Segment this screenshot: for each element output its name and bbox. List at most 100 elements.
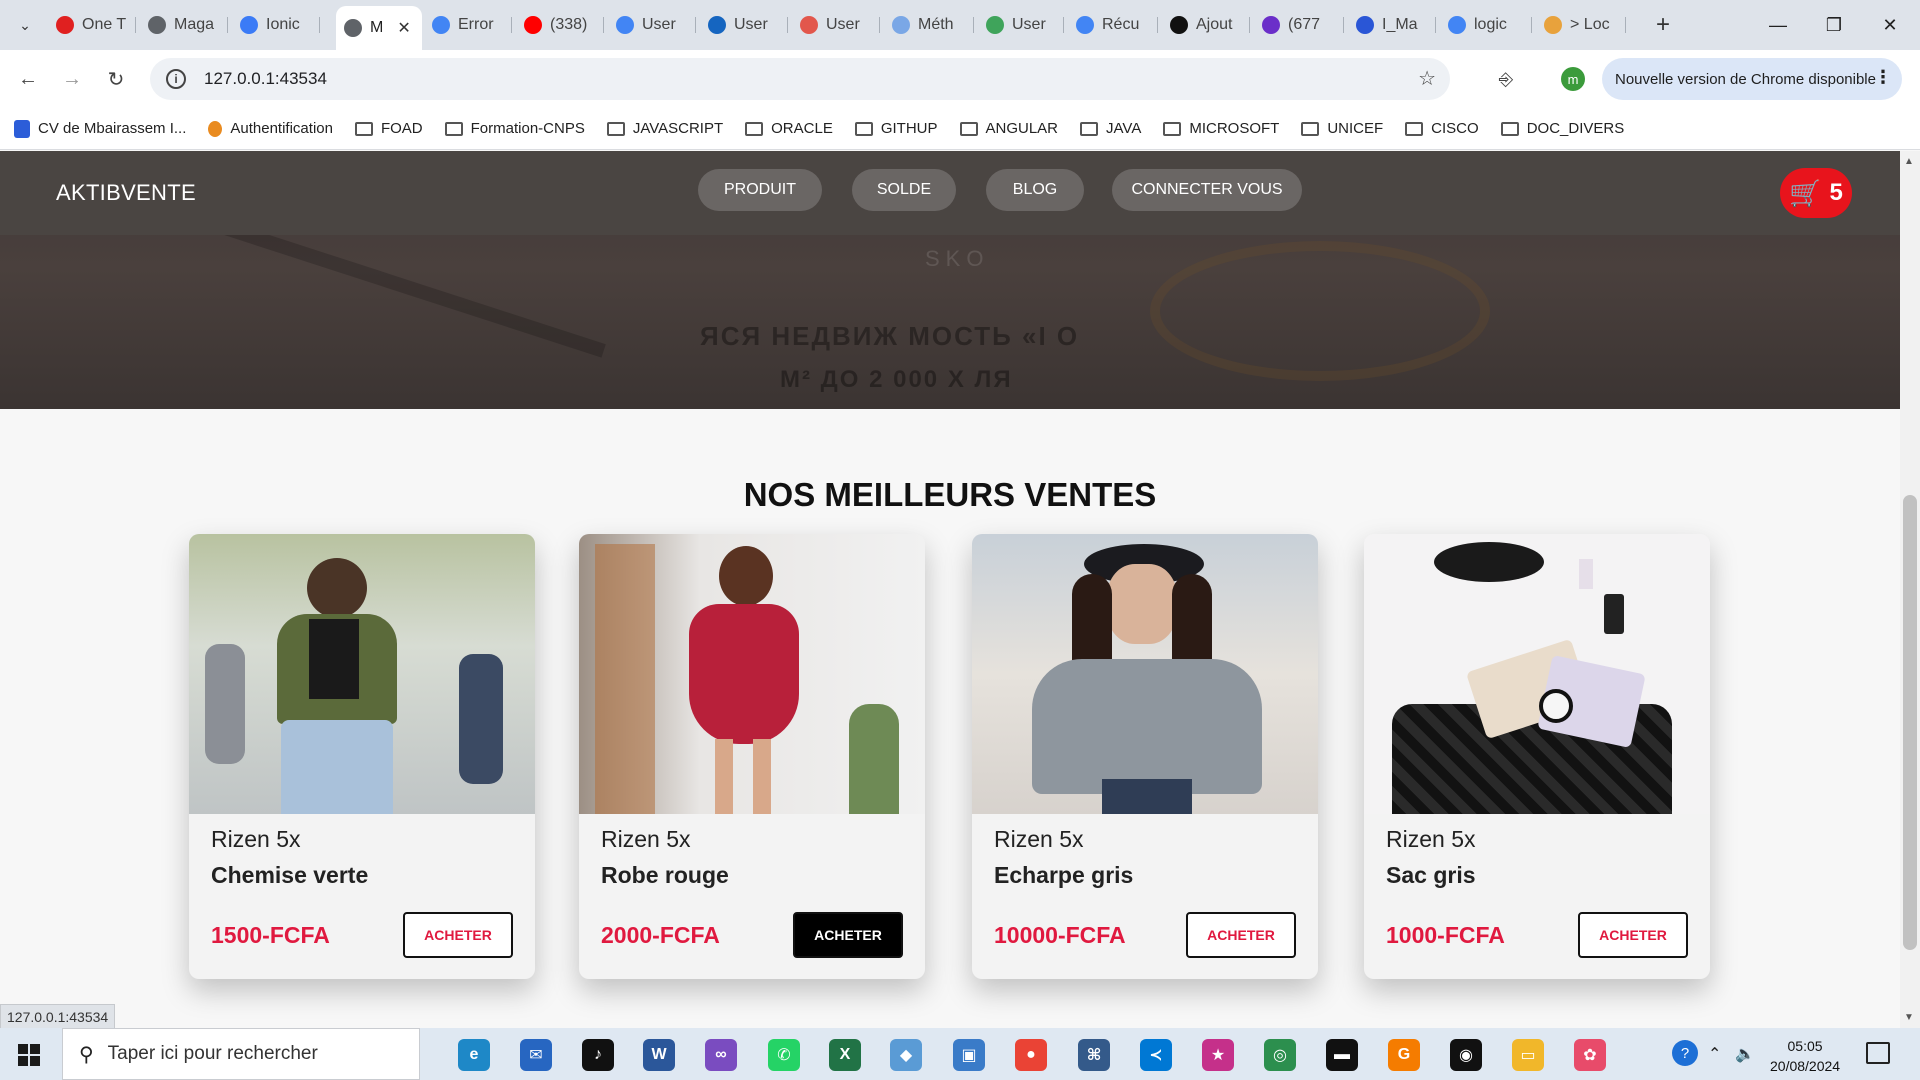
buy-button[interactable]: ACHETER [793,912,903,958]
folder-icon [1080,121,1099,136]
back-arrow-icon[interactable]: ← [12,63,44,95]
new-tab-button[interactable]: + [1648,10,1678,40]
buy-button[interactable]: ACHETER [403,912,513,958]
browser-tab[interactable]: Error [424,8,512,42]
taskbar-app-explorer-icon[interactable]: ▭ [1512,1039,1544,1071]
close-window-icon[interactable]: ✕ [1862,8,1918,42]
windows-start-icon[interactable] [18,1044,40,1066]
taskbar-app-terminal-icon[interactable]: ▬ [1326,1039,1358,1071]
browser-tab[interactable]: User [978,8,1064,42]
browser-tab[interactable]: Méth [884,8,974,42]
url-text[interactable]: 127.0.0.1:43534 [204,69,327,89]
taskbar-app-app-pink-icon[interactable]: ✿ [1574,1039,1606,1071]
taskbar-app-app-star-icon[interactable]: ★ [1202,1039,1234,1071]
nav-solde[interactable]: SOLDE [852,169,956,211]
site-brand[interactable]: AKTIBVENTE [56,180,196,206]
forward-arrow-icon[interactable]: → [56,63,88,95]
bookmark-label: CISCO [1431,120,1479,137]
bookmark-item[interactable]: UNICEF [1301,120,1383,137]
tray-chevron-up-icon[interactable]: ⌃ [1708,1044,1721,1064]
taskbar-app-app-orange-icon[interactable]: G [1388,1039,1420,1071]
tab-close-icon[interactable]: ✕ [397,18,410,38]
taskbar-app-chrome-icon[interactable]: ● [1015,1039,1047,1071]
bookmark-item[interactable]: JAVA [1080,120,1141,137]
browser-tab[interactable]: (338) [516,8,604,42]
nav-connecter-vous[interactable]: CONNECTER VOUS [1112,169,1302,211]
taskbar-app-github-icon[interactable]: ◉ [1450,1039,1482,1071]
profile-avatar[interactable]: m [1561,67,1585,91]
reload-icon[interactable]: ↻ [100,63,132,95]
product-image-green-shirt[interactable] [189,534,535,814]
scrollbar-thumb[interactable] [1903,495,1917,950]
bookmark-item[interactable]: CISCO [1405,120,1479,137]
help-icon[interactable]: ? [1672,1040,1698,1066]
taskbar-app-app-screen-icon[interactable]: ▣ [953,1039,985,1071]
nav-blog[interactable]: BLOG [986,169,1084,211]
taskbar-search-box[interactable]: ⚲ Taper ici pour rechercher [62,1028,420,1080]
notification-center-icon[interactable] [1866,1042,1890,1064]
tab-favicon-icon [1356,16,1374,34]
buy-button[interactable]: ACHETER [1578,912,1688,958]
tab-separator [1531,17,1532,33]
bookmark-item[interactable]: ORACLE [745,120,833,137]
bookmark-item[interactable]: FOAD [354,120,423,137]
bookmark-item[interactable]: JAVASCRIPT [606,120,723,137]
browser-tab[interactable]: M ✕ [336,6,422,50]
bookmark-star-icon[interactable]: ☆ [1418,66,1436,91]
extensions-icon[interactable]: ⎆ [1490,63,1522,95]
taskbar-app-tiktok-icon[interactable]: ♪ [582,1039,614,1071]
browser-tab[interactable]: Ionic [232,8,320,42]
restore-icon[interactable]: ❐ [1806,8,1862,42]
browser-tab[interactable]: Maga [140,8,228,42]
tab-separator [1625,17,1626,33]
folder-icon [354,121,373,136]
browser-tab[interactable]: I_Ma [1348,8,1436,42]
taskbar-app-sql-server-icon[interactable]: ⌘ [1078,1039,1110,1071]
tab-favicon-icon [1448,16,1466,34]
product-price: 2000-FCFA [601,922,720,948]
taskbar-app-excel-icon[interactable]: X [829,1039,861,1071]
chrome-update-button[interactable]: Nouvelle version de Chrome disponible ⋮ [1602,58,1902,100]
more-menu-icon[interactable]: ⋮ [1874,67,1892,88]
nav-produit[interactable]: PRODUIT [698,169,822,211]
browser-tab[interactable]: > Loc [1536,8,1626,42]
browser-tab[interactable]: Récu [1068,8,1158,42]
bookmark-item[interactable]: MICROSOFT [1163,120,1279,137]
taskbar-app-vscode-icon[interactable]: ≺ [1140,1039,1172,1071]
bookmark-item[interactable]: Authentification [208,120,333,137]
bookmark-item[interactable]: Formation-CNPS [444,120,585,137]
taskbar-app-visual-studio-icon[interactable]: ∞ [705,1039,737,1071]
tab-search-chevron-icon[interactable]: ⌄ [12,12,38,38]
browser-tab[interactable]: logic [1440,8,1532,42]
taskbar-search-placeholder[interactable]: Taper ici pour rechercher [108,1043,318,1065]
volume-icon[interactable]: 🔈 [1735,1044,1755,1064]
bookmark-item[interactable]: ANGULAR [959,120,1058,137]
taskbar-app-whatsapp-icon[interactable]: ✆ [768,1039,800,1071]
taskbar-clock[interactable]: 05:05 20/08/2024 [1770,1036,1840,1076]
bookmark-item[interactable]: CV de Mbairassem I... [14,119,186,138]
bookmark-item[interactable]: GITHUP [854,120,938,137]
browser-tab[interactable]: User [608,8,696,42]
buy-button[interactable]: ACHETER [1186,912,1296,958]
scroll-down-icon[interactable]: ▼ [1904,1012,1914,1023]
taskbar-app-edge-icon[interactable]: e [458,1039,490,1071]
bookmark-item[interactable]: DOC_DIVERS [1500,120,1624,137]
cart-button[interactable]: 🛒 5 [1780,168,1852,218]
taskbar-app-app-blue-icon[interactable]: ◆ [890,1039,922,1071]
site-info-icon[interactable]: i [166,69,186,89]
browser-tab[interactable]: One T [48,8,136,42]
product-image-grey-scarf[interactable] [972,534,1318,814]
taskbar-app-globe-icon[interactable]: ◎ [1264,1039,1296,1071]
browser-tab[interactable]: Ajout [1162,8,1250,42]
browser-tab[interactable]: (677 [1254,8,1344,42]
product-image-red-dress[interactable] [579,534,925,814]
minimize-icon[interactable]: — [1750,8,1806,42]
tab-label: User [1012,16,1046,33]
address-bar[interactable]: i 127.0.0.1:43534 ☆ [150,58,1450,100]
browser-tab[interactable]: User [792,8,880,42]
taskbar-app-word-icon[interactable]: W [643,1039,675,1071]
product-image-grey-bag[interactable] [1364,534,1710,814]
browser-tab[interactable]: User [700,8,788,42]
taskbar-app-mail-icon[interactable]: ✉ [520,1039,552,1071]
scroll-up-icon[interactable]: ▲ [1904,156,1914,167]
